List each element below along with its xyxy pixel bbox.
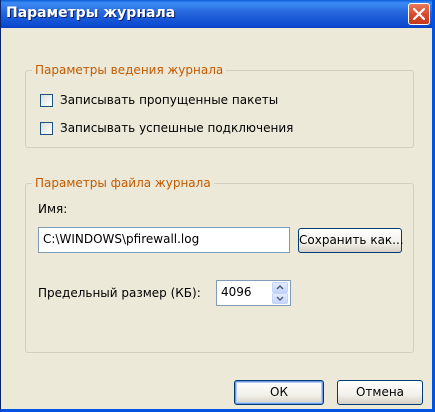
file-name-label: Имя: <box>38 202 68 216</box>
close-button[interactable] <box>408 3 430 25</box>
log-file-group: Параметры файла журнала Имя: C:\WINDOWS\… <box>25 176 414 353</box>
size-limit-label: Предельный размер (КБ): <box>38 286 201 300</box>
cancel-button[interactable]: Отмена <box>337 380 423 405</box>
close-x-icon <box>413 8 425 20</box>
log-path-input[interactable]: C:\WINDOWS\pfirewall.log <box>38 227 290 253</box>
log-file-legend: Параметры файла журнала <box>32 176 214 190</box>
log-successful-connections-option[interactable]: Записывать успешные подключения <box>40 121 320 137</box>
size-limit-spinner[interactable] <box>272 282 288 304</box>
log-successful-connections-label: Записывать успешные подключения <box>60 121 294 135</box>
title-bar[interactable]: Параметры журнала <box>1 0 432 28</box>
log-dropped-packets-label: Записывать пропущенные пакеты <box>60 93 279 107</box>
logging-options-legend: Параметры ведения журнала <box>32 63 227 77</box>
log-dropped-packets-checkbox[interactable] <box>40 94 53 107</box>
log-dropped-packets-option[interactable]: Записывать пропущенные пакеты <box>40 93 300 109</box>
spin-up-arrow-icon <box>276 284 284 290</box>
logging-options-group: Параметры ведения журнала Записывать про… <box>25 63 414 148</box>
spin-down-button[interactable] <box>272 293 288 304</box>
save-as-button[interactable]: Сохранить как... <box>298 228 404 253</box>
log-settings-dialog: Параметры журнала Параметры ведения журн… <box>0 0 435 412</box>
ok-button[interactable]: ОК <box>234 380 324 405</box>
spin-up-button[interactable] <box>272 282 288 293</box>
spin-down-arrow-icon <box>276 296 284 302</box>
dialog-title: Параметры журнала <box>6 5 176 21</box>
log-successful-connections-checkbox[interactable] <box>40 122 53 135</box>
